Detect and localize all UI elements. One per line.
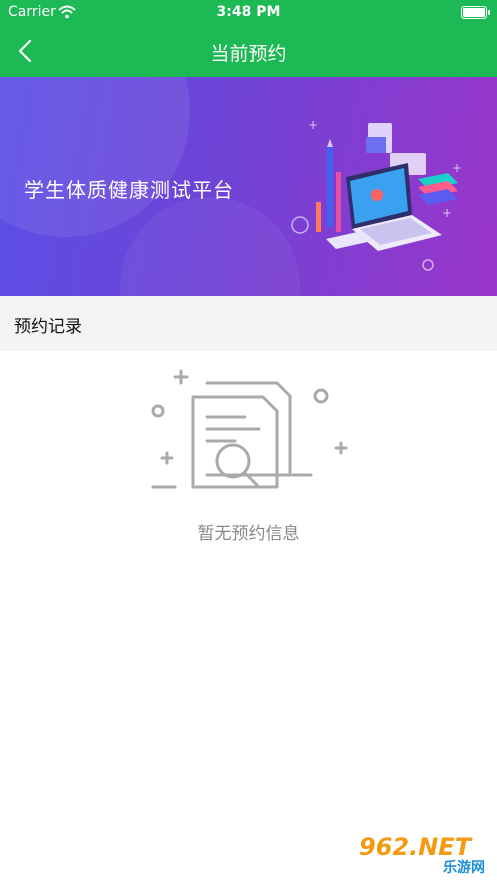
section-header: 预约记录 xyxy=(0,296,497,351)
svg-text:+: + xyxy=(308,118,318,132)
empty-state-message: 暂无预约信息 xyxy=(197,524,300,544)
status-bar: Carrier 3:48 PM xyxy=(0,0,497,26)
laptop-illustration-icon: + + + xyxy=(291,118,462,271)
clock-time: 3:48 PM xyxy=(216,4,281,20)
svg-text:+: + xyxy=(442,206,452,220)
watermark-sub: 乐游网 xyxy=(443,860,485,876)
banner: 学生体质健康测试平台 + + + xyxy=(0,77,497,296)
banner-title: 学生体质健康测试平台 xyxy=(24,178,234,202)
navigation-bar: 当前预约 xyxy=(0,26,497,77)
banner-decoration xyxy=(120,197,300,296)
battery-icon xyxy=(461,6,490,19)
section-title: 预约记录 xyxy=(14,317,82,337)
page-title: 当前预约 xyxy=(210,43,287,65)
watermark-logo: 962.NET 乐游网 xyxy=(359,833,489,877)
svg-text:+: + xyxy=(452,161,462,175)
document-search-icon xyxy=(145,365,355,509)
